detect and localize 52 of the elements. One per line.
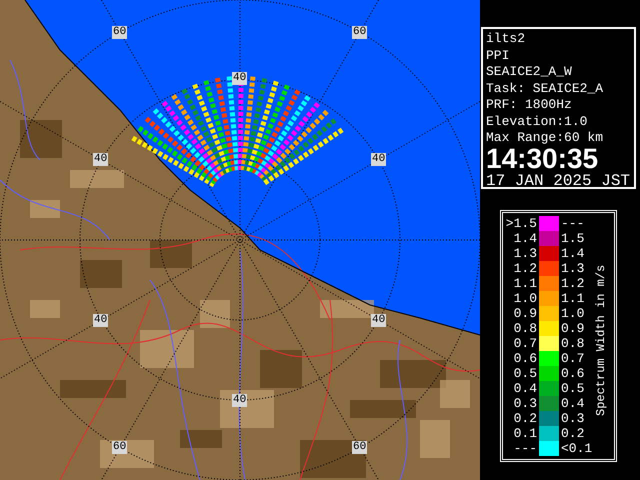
legend-label: 1.4 bbox=[561, 246, 584, 261]
legend-label: 1.0 bbox=[561, 306, 584, 321]
legend-label: --- bbox=[561, 216, 584, 231]
legend-label: 0.7 bbox=[514, 336, 537, 351]
legend-label: 0.9 bbox=[514, 306, 537, 321]
legend-label: 1.3 bbox=[561, 261, 584, 276]
legend-label: 1.1 bbox=[561, 291, 584, 306]
range-label: 60 bbox=[352, 26, 368, 39]
legend-label: 0.5 bbox=[561, 381, 584, 396]
legend-label: 0.5 bbox=[514, 366, 537, 381]
range-label: 40 bbox=[93, 153, 108, 166]
info-line: PRF: 1800Hz bbox=[486, 97, 572, 114]
range-label: 60 bbox=[112, 26, 128, 39]
legend-label: 0.2 bbox=[514, 411, 537, 426]
range-label: 40 bbox=[371, 314, 386, 327]
range-label: 60 bbox=[352, 441, 368, 454]
info-line: Elevation:1.0 bbox=[486, 114, 588, 130]
legend-label: 1.2 bbox=[561, 276, 584, 291]
legend-label: --- bbox=[514, 441, 537, 456]
range-label: 60 bbox=[112, 441, 128, 454]
legend-label: 0.2 bbox=[561, 426, 584, 441]
legend-label: 1.2 bbox=[514, 261, 537, 276]
legend-label: 1.1 bbox=[514, 276, 537, 291]
range-label: 40 bbox=[232, 394, 248, 407]
info-line: Max Range:60 km bbox=[486, 130, 604, 146]
legend-label: 1.4 bbox=[514, 231, 537, 246]
legend-label: 1.0 bbox=[514, 291, 537, 306]
time-text: 14:30:35 bbox=[486, 146, 598, 170]
range-label: 40 bbox=[371, 153, 386, 166]
legend-label: 0.8 bbox=[514, 321, 537, 336]
legend-title: Spectrum Width in m/s bbox=[594, 264, 608, 416]
range-label: 40 bbox=[93, 314, 108, 327]
legend-label: 0.3 bbox=[561, 411, 584, 426]
legend-label: 1.5 bbox=[561, 231, 584, 246]
legend-label: 0.9 bbox=[561, 321, 584, 336]
info-line: Task: SEAICE2_A bbox=[486, 80, 604, 97]
info-line: PPI bbox=[486, 48, 510, 64]
legend-label: 0.6 bbox=[561, 366, 584, 381]
legend-label: 0.6 bbox=[514, 351, 537, 366]
date-text: 17 JAN 2025 JST bbox=[486, 170, 630, 190]
range-label: 40 bbox=[232, 72, 248, 85]
legend-label: 0.1 bbox=[514, 426, 537, 441]
legend-label: 0.4 bbox=[561, 396, 584, 411]
legend-label: >1.5 bbox=[506, 216, 537, 231]
info-line: ilts2 bbox=[486, 31, 526, 48]
legend-label: 0.8 bbox=[561, 336, 584, 351]
legend-label: 0.3 bbox=[514, 396, 537, 411]
info-line: SEAICE2_A_W bbox=[486, 64, 572, 80]
legend-label: 0.4 bbox=[514, 381, 537, 396]
legend-label: 1.3 bbox=[514, 246, 537, 261]
legend-label: <0.1 bbox=[561, 441, 592, 456]
legend-label: 0.7 bbox=[561, 351, 584, 366]
